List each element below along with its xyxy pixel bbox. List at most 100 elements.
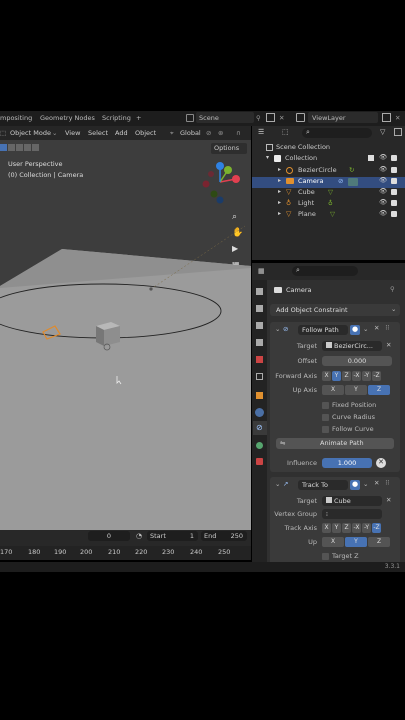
drag-handle-icon[interactable]: ⠿ <box>385 479 390 487</box>
outliner-editor-icon[interactable]: ☰ <box>258 128 264 136</box>
visibility-eye-icon[interactable]: 👁 <box>379 153 387 161</box>
chevron-down-icon[interactable]: ⌄ <box>275 480 280 488</box>
constraint-name-field[interactable]: Track To <box>298 480 348 490</box>
render-camera-icon[interactable] <box>391 211 397 217</box>
pin-icon[interactable]: ⚲ <box>390 285 395 293</box>
object-tab-icon[interactable] <box>256 392 263 399</box>
frame-ruler[interactable]: 170 180 190 200 210 220 230 240 250 <box>0 546 251 560</box>
add-workspace-button[interactable]: + <box>136 114 141 122</box>
up-z[interactable]: Z <box>368 537 390 547</box>
vertex-group-label: Vertex Group <box>274 510 317 518</box>
chevron-right-icon[interactable]: ▸ <box>278 199 281 206</box>
chevron-down-icon[interactable]: ⌄ <box>275 325 280 333</box>
chevron-right-icon[interactable]: ▸ <box>278 188 281 195</box>
close-icon[interactable]: ✕ <box>374 324 379 332</box>
fixed-position-checkbox[interactable] <box>322 402 329 409</box>
track-axis-neg-y[interactable]: -Y <box>362 523 371 533</box>
curve-radius-checkbox[interactable] <box>322 414 329 421</box>
influence-slider[interactable]: 1.000 <box>322 458 372 468</box>
constraints-tab-icon[interactable]: ⊘ <box>253 421 267 435</box>
world-tab-icon[interactable] <box>256 373 263 380</box>
forward-axis-neg-y[interactable]: -Y <box>362 371 371 381</box>
delete-viewlayer-icon[interactable]: ✕ <box>395 114 400 122</box>
enable-eye-icon[interactable]: ● <box>350 325 360 335</box>
3d-viewport[interactable]: ⬚ Object Mode ⌄ View Select Add Object ⌖… <box>0 126 251 530</box>
follow-curve-checkbox[interactable] <box>322 426 329 433</box>
chevron-down-icon[interactable]: ▾ <box>266 154 269 161</box>
start-frame-field[interactable]: Start 1 <box>147 531 198 541</box>
up-y[interactable]: Y <box>345 537 367 547</box>
track-axis-y[interactable]: Y <box>332 523 341 533</box>
properties-editor-icon[interactable]: ▦ <box>258 267 265 275</box>
track-axis-neg-x[interactable]: -X <box>352 523 361 533</box>
render-camera-icon[interactable] <box>391 189 397 195</box>
render-camera-icon[interactable] <box>391 178 397 184</box>
forward-axis-neg-x[interactable]: -X <box>352 371 361 381</box>
vertex-group-field[interactable]: ⁝ <box>322 509 382 519</box>
display-mode-icon[interactable]: ⬚ <box>282 128 289 136</box>
outliner-search-input[interactable]: ⌕ <box>302 128 372 138</box>
forward-axis-x[interactable]: X <box>322 371 331 381</box>
chevron-right-icon[interactable]: ▸ <box>278 166 281 173</box>
new-viewlayer-icon[interactable] <box>382 113 391 122</box>
clear-target-icon[interactable]: ✕ <box>386 341 391 349</box>
forward-axis-z[interactable]: Z <box>342 371 351 381</box>
output-tab-icon[interactable] <box>256 322 263 329</box>
clear-target-icon[interactable]: ✕ <box>386 496 391 504</box>
tool-tab-icon[interactable] <box>256 288 263 295</box>
visibility-eye-icon[interactable]: 👁 <box>379 209 387 217</box>
filter-icon[interactable]: ▽ <box>380 128 385 136</box>
new-scene-icon[interactable] <box>266 113 275 122</box>
visibility-eye-icon[interactable]: 👁 <box>379 165 387 173</box>
up-axis-y[interactable]: Y <box>345 385 367 395</box>
chevron-down-icon[interactable]: ⌄ <box>363 325 368 333</box>
render-camera-icon[interactable] <box>391 155 397 161</box>
render-camera-icon[interactable] <box>391 167 397 173</box>
end-frame-field[interactable]: End 250 <box>201 531 247 541</box>
add-constraint-dropdown[interactable]: Add Object Constraint ⌄ <box>270 304 400 316</box>
close-icon[interactable]: ✕ <box>374 479 379 487</box>
track-axis-neg-z[interactable]: -Z <box>372 523 381 533</box>
render-tab-icon[interactable] <box>256 305 263 312</box>
ruler-tick: 180 <box>28 548 41 556</box>
scene-tab-icon[interactable] <box>256 356 263 363</box>
up-x[interactable]: X <box>322 537 344 547</box>
chevron-down-icon[interactable]: ⌄ <box>363 480 368 488</box>
pin-icon[interactable]: ⚲ <box>256 114 261 122</box>
visibility-eye-icon[interactable]: 👁 <box>379 187 387 195</box>
exclude-checkbox[interactable] <box>368 155 374 161</box>
offset-field[interactable]: 0.000 <box>322 356 392 366</box>
tab-geometry-nodes[interactable]: Geometry Nodes <box>40 114 95 122</box>
track-axis-x[interactable]: X <box>322 523 331 533</box>
visibility-eye-icon[interactable]: 👁 <box>379 176 387 184</box>
track-axis-z[interactable]: Z <box>342 523 351 533</box>
render-camera-icon[interactable] <box>391 200 397 206</box>
constraint-name-field[interactable]: Follow Path <box>298 325 348 335</box>
outliner-row-collection[interactable]: ▾ Collection 👁 <box>252 153 405 165</box>
outliner-row-plane[interactable]: ▸ ▽ Plane ▽ 👁 <box>252 209 405 221</box>
chevron-right-icon[interactable]: ▸ <box>278 177 281 184</box>
physics-tab-icon[interactable] <box>255 408 264 417</box>
drag-handle-icon[interactable]: ⠿ <box>385 324 390 332</box>
forward-axis-neg-z[interactable]: -Z <box>372 371 381 381</box>
view-layer-tab-icon[interactable] <box>256 339 263 346</box>
delete-scene-icon[interactable]: ✕ <box>279 114 284 122</box>
up-axis-x[interactable]: X <box>322 385 344 395</box>
visibility-eye-icon[interactable]: 👁 <box>379 198 387 206</box>
tab-compositing[interactable]: mpositing <box>0 114 32 122</box>
data-tab-icon[interactable] <box>256 442 263 449</box>
properties-search-input[interactable]: ⌕ <box>292 266 358 276</box>
target-field[interactable]: Cube <box>322 496 382 506</box>
target-field[interactable]: BezierCirc... <box>322 341 382 351</box>
target-z-checkbox[interactable] <box>322 553 329 560</box>
enable-eye-icon[interactable]: ● <box>350 480 360 490</box>
disable-keep-transform-icon[interactable]: ✕ <box>376 458 386 468</box>
current-frame-field[interactable]: 0 <box>88 531 130 541</box>
chevron-right-icon[interactable]: ▸ <box>278 210 281 217</box>
texture-tab-icon[interactable] <box>256 458 263 465</box>
tab-scripting[interactable]: Scripting <box>102 114 131 122</box>
up-axis-z[interactable]: Z <box>368 385 390 395</box>
animate-path-button[interactable]: ⇋ Animate Path <box>276 438 394 449</box>
new-collection-icon[interactable] <box>394 128 402 136</box>
forward-axis-y[interactable]: Y <box>332 371 341 381</box>
